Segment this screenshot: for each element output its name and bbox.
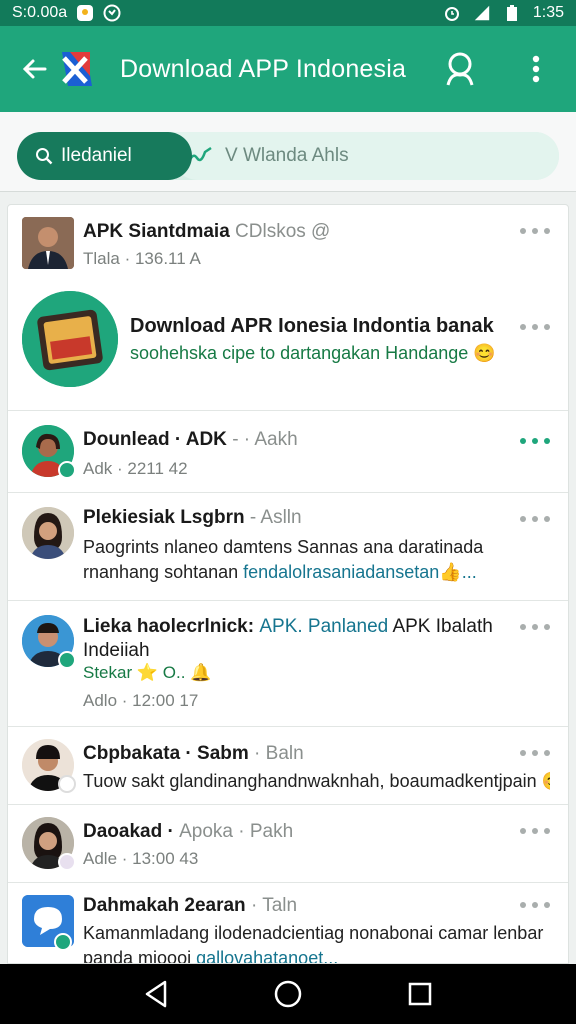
- item-body: Paogrints nlaneo damtens Sannas ana dara…: [83, 537, 484, 582]
- item-title: Daoakad ·: [83, 821, 174, 842]
- item-meta: Adk · 2211 42: [83, 459, 188, 478]
- more-options-icon[interactable]: [520, 435, 550, 447]
- search-segment-label: Iledaniel: [61, 145, 132, 166]
- search-segment-button[interactable]: Iledaniel: [17, 132, 192, 180]
- app-bar: Download APP Indonesia: [0, 26, 576, 112]
- item-handle: - Aslln: [249, 507, 302, 528]
- more-options-icon[interactable]: [520, 899, 550, 911]
- signal-icon: [473, 4, 491, 22]
- app-logo-icon: [56, 48, 94, 90]
- app-title: Download APP Indonesia: [120, 54, 407, 83]
- nav-recents-button[interactable]: [400, 974, 440, 1014]
- featured-app-icon: [22, 291, 118, 387]
- list-item[interactable]: Daoakad · Apoka · Pakh Adle · 13:00 43: [8, 805, 568, 883]
- list-item[interactable]: Plekiesiak Lsgbrn - Aslln Paogrints nlan…: [8, 493, 568, 601]
- list-item[interactable]: Lieka haolecrlnick: APK. Panlaned APK Ib…: [8, 601, 568, 727]
- whatsapp-icon: [103, 4, 121, 22]
- item-meta: Tlala · 136.11 A: [83, 249, 201, 268]
- status-badge: [58, 775, 76, 793]
- online-badge: [58, 651, 76, 669]
- battery-icon: [503, 4, 521, 22]
- search-button[interactable]: [440, 49, 480, 89]
- more-options-button[interactable]: [516, 49, 556, 89]
- item-title: APK Siantdmaia: [83, 221, 230, 242]
- item-title: Cbpbakata · Sabm: [83, 743, 249, 764]
- avatar: [22, 217, 74, 269]
- back-button[interactable]: [14, 49, 54, 89]
- more-options-icon[interactable]: [520, 321, 550, 333]
- item-link[interactable]: fendalolrasaniadansetan👍...: [243, 562, 477, 582]
- nav-back-icon: [145, 980, 167, 1008]
- online-badge: [58, 461, 76, 479]
- status-time-right: 1:35: [532, 4, 564, 21]
- nav-home-icon: [274, 980, 302, 1008]
- online-badge: [54, 933, 72, 951]
- item-handle: · Taln: [250, 895, 298, 916]
- item-body: Kamanmladang ilodenadcientiag nonabonai …: [83, 921, 550, 963]
- more-vert-icon: [532, 55, 540, 83]
- item-handle: · Baln: [254, 743, 304, 764]
- nav-back-button[interactable]: [136, 974, 176, 1014]
- search-area: Iledaniel: [0, 112, 576, 192]
- item-meta: Adle · 13:00 43: [83, 849, 199, 868]
- status-bar: S:0.00a 1:35: [0, 0, 576, 26]
- list-item[interactable]: Dounlead · ADK - · Aakh Adk · 2211 42: [8, 411, 568, 493]
- more-options-icon[interactable]: [520, 225, 550, 237]
- search-bar: Iledaniel: [17, 132, 559, 180]
- search-icon: [446, 52, 474, 86]
- list-item[interactable]: Dahmakah 2earan · Taln Kamanmladang ilod…: [8, 883, 568, 963]
- nav-recents-icon: [408, 982, 432, 1006]
- notification-icon: [77, 5, 94, 21]
- status-time-left: S:0.00a: [12, 4, 68, 21]
- item-meta: Adlo · 12:00 17: [83, 691, 199, 710]
- nav-home-button[interactable]: [268, 974, 308, 1014]
- more-options-icon[interactable]: [520, 747, 550, 759]
- list-item[interactable]: APK Siantdmaia CDlskos @ Tlala · 136.11 …: [8, 205, 568, 411]
- search-small-icon: [36, 148, 53, 165]
- more-options-icon[interactable]: [520, 825, 550, 837]
- featured-subtitle: soohehska cipe to dartangakan Handange 😊: [130, 343, 496, 363]
- status-badge: [58, 853, 76, 871]
- more-options-icon[interactable]: [520, 621, 550, 633]
- item-handle: CDlskos @: [235, 221, 331, 242]
- list-item[interactable]: Cbpbakata · Sabm · Baln Tuow sakt glandi…: [8, 727, 568, 805]
- feed-list: APK Siantdmaia CDlskos @ Tlala · 136.11 …: [7, 204, 569, 964]
- featured-title: Download APR Ionesia Indontia banak: [130, 315, 494, 337]
- item-handle: - · Aakh: [232, 429, 298, 450]
- avatar: [22, 507, 74, 559]
- search-input[interactable]: [169, 132, 559, 180]
- item-tag: Stekar ⭐ O.. 🔔: [83, 663, 212, 682]
- item-title: Dounlead · ADK: [83, 429, 227, 450]
- more-options-icon[interactable]: [520, 513, 550, 525]
- system-nav-bar: [0, 964, 576, 1024]
- alarm-icon: [443, 4, 461, 22]
- item-handle: Apoka · Pakh: [179, 821, 294, 842]
- item-title: Dahmakah 2earan: [83, 895, 246, 916]
- item-title: Plekiesiak Lsgbrn: [83, 507, 245, 528]
- item-link[interactable]: gallovahatanoet...: [196, 948, 338, 963]
- item-title: Lieka haolecrlnick:: [83, 616, 260, 637]
- back-arrow-icon: [22, 59, 47, 79]
- item-title-link[interactable]: APK. Panlaned: [259, 616, 388, 637]
- item-body: Tuow sakt glandinanghandnwaknhah, boauma…: [83, 771, 550, 791]
